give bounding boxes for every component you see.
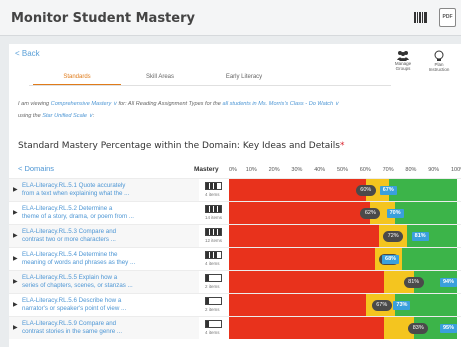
percent-tick: 20% [268,167,280,173]
standard-description[interactable]: ELA-Literacy.RL.5.5 Explain how a series … [22,274,192,290]
item-count-bars-icon [205,182,222,190]
prior-mastery-marker[interactable]: 72% [383,231,404,242]
pdf-icon[interactable]: PDF [439,8,456,27]
red-zone [229,248,375,270]
green-zone [388,179,457,201]
standard-row[interactable]: ▶ ELA-Literacy.RL.5.1 Quote accurately fro… [9,178,461,201]
current-mastery-marker[interactable]: 73% [393,301,411,310]
percent-tick: 50% [337,167,349,173]
percent-tick: 10% [245,167,257,173]
standard-row[interactable]: ▶ ELA-Literacy.RL.5.5 Explain how a series… [9,270,461,293]
red-zone [229,294,366,316]
standard-row[interactable]: ▶ ELA-Literacy.RL.5.6 Describe how a narra… [9,293,461,316]
app-header: Monitor Student Mastery PDF [0,0,461,36]
item-count-bars-icon [205,320,222,328]
item-count: 14 items [205,215,223,220]
tab-standards[interactable]: Standards [33,69,121,86]
filter-line-2: using the Star Unified Scale ∨: [18,113,95,119]
main-card: < Back Manage Groups Plan Instruction St… [9,44,461,347]
prior-mastery-marker[interactable]: 60% [355,185,376,196]
filter-line-1: I am viewing Comprehensive Mastery ∨ for… [18,101,339,107]
standard-row[interactable]: ▶ ELA-Literacy.RL.5.2 Determine a theme of… [9,201,461,224]
standard-row[interactable]: ▶ ELA-Literacy.RL.5.9 Compare and contrast… [9,316,461,339]
green-zone [395,202,457,224]
manage-groups-label: Manage Groups [394,61,412,71]
plan-instruction-label: Plan Instruction [428,62,450,72]
red-zone [229,271,385,293]
item-count-bars-icon [205,274,222,282]
percent-tick: 60% [359,167,371,173]
tabs-divider [29,85,391,86]
current-mastery-marker[interactable]: 94% [440,278,457,287]
percent-tick: 30% [291,167,303,173]
required-mark: * [339,141,345,151]
filter-prefix: I am viewing [18,101,50,107]
item-count: 12 items [205,238,223,243]
standard-description[interactable]: ELA-Literacy.RL.5.1 Quote accurately from… [22,182,192,198]
people-icon [397,51,409,61]
filter-using-text: using the [18,113,41,119]
red-zone [229,179,366,201]
manage-groups-button[interactable]: Manage Groups [389,50,417,78]
percent-tick: 40% [314,167,326,173]
item-count-bars-icon [205,251,222,259]
tab-skill-areas[interactable]: Skill Areas [125,69,195,86]
percent-tick: 0% [229,167,237,173]
standard-description[interactable]: ELA-Literacy.RL.5.3 Compare and contrast … [22,228,192,244]
item-count: 2 items [205,307,220,312]
current-mastery-marker[interactable]: 70% [386,209,404,218]
prior-mastery-marker[interactable]: 62% [360,208,381,219]
current-mastery-marker[interactable]: 95% [440,324,457,333]
mastery-column-header: Mastery [194,166,219,173]
standard-description[interactable]: ELA-Literacy.RL.5.4 Determine the meaning… [22,251,192,267]
percent-tick: 100% [451,167,461,173]
back-link[interactable]: < Back [15,49,40,58]
tab-early-literacy[interactable]: Early Literacy [199,69,289,86]
print-icon[interactable] [414,12,428,23]
expand-caret-icon[interactable]: ▶ [13,301,18,308]
plan-instruction-button[interactable]: Plan Instruction [425,50,453,78]
section-title: Standard Mastery Percentage within the D… [18,141,345,151]
prior-mastery-marker[interactable]: 81% [403,277,424,288]
filter-for-text: for: All Reading Assignment Types for th… [118,101,221,107]
red-zone [229,202,371,224]
expand-caret-icon[interactable]: ▶ [13,324,18,331]
item-count: 4 items [205,330,220,335]
expand-caret-icon[interactable]: ▶ [13,209,18,216]
item-count: 2 items [205,284,220,289]
standard-row[interactable]: ▶ ELA-Literacy.RL.5.4 Determine the meanin… [9,247,461,270]
standard-description[interactable]: ELA-Literacy.RL.5.9 Compare and contrast … [22,320,192,336]
green-zone [402,248,457,270]
expand-caret-icon[interactable]: ▶ [13,232,18,239]
standard-description[interactable]: ELA-Literacy.RL.5.2 Determine a theme of … [22,205,192,221]
item-count: 4 items [205,192,220,197]
scale-dropdown[interactable]: Star Unified Scale ∨ [42,113,92,119]
item-count-bars-icon [205,205,222,213]
item-count-bars-icon [205,297,222,305]
mastery-type-dropdown[interactable]: Comprehensive Mastery ∨ [51,101,117,107]
expand-caret-icon[interactable]: ▶ [13,186,18,193]
standard-description[interactable]: ELA-Literacy.RL.5.6 Describe how a narrat… [22,297,192,313]
standard-row[interactable]: ▶ ELA-Literacy.RL.5.3 Compare and contrast… [9,224,461,247]
lightbulb-icon [434,50,444,61]
percent-tick: 90% [428,167,440,173]
domains-link[interactable]: < Domains [18,164,54,173]
current-mastery-marker[interactable]: 68% [382,255,400,264]
current-mastery-marker[interactable]: 67% [379,186,397,195]
percent-tick: 80% [405,167,417,173]
red-zone [229,225,380,247]
item-count-bars-icon [205,228,222,236]
prior-mastery-marker[interactable]: 67% [371,300,392,311]
prior-mastery-marker[interactable]: 83% [408,323,429,334]
current-mastery-marker[interactable]: 81% [411,232,429,241]
page-title: Monitor Student Mastery [11,11,195,26]
percent-tick: 70% [382,167,394,173]
expand-caret-icon[interactable]: ▶ [13,278,18,285]
red-zone [229,317,385,339]
expand-caret-icon[interactable]: ▶ [13,255,18,262]
class-dropdown[interactable]: all students in Ms. Morris's Class - Do … [222,101,338,107]
item-count: 4 items [205,261,220,266]
